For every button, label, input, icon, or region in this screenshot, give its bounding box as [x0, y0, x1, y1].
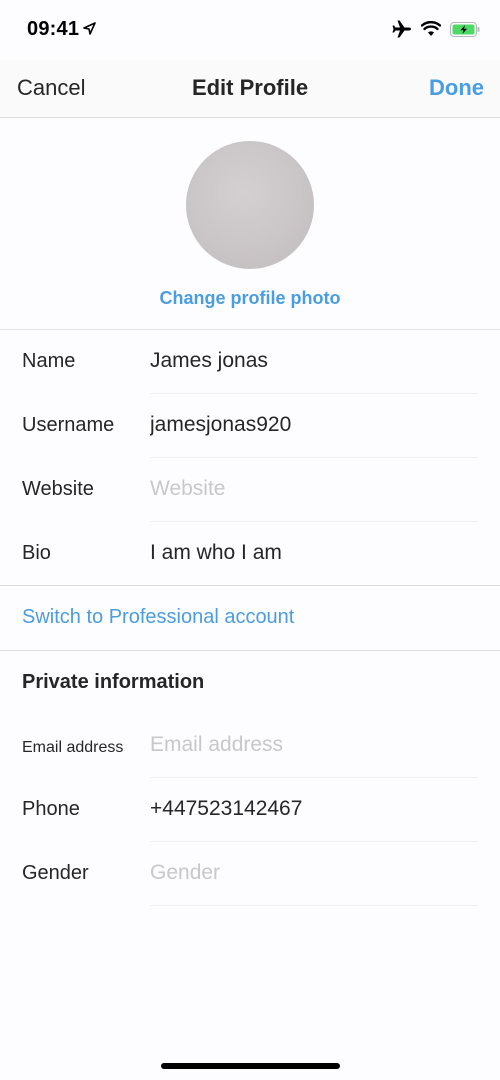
battery-charging-icon [450, 21, 480, 42]
status-icons [392, 20, 480, 43]
website-input[interactable] [150, 477, 480, 501]
field-label-gender: Gender [22, 862, 89, 884]
username-input[interactable] [150, 413, 480, 437]
phone-input[interactable] [150, 797, 480, 821]
field-row-gender: Gender [0, 842, 500, 906]
field-label-phone: Phone [22, 798, 80, 820]
cancel-button[interactable]: Cancel [17, 75, 85, 101]
field-row-name: Name [0, 330, 500, 394]
avatar[interactable] [186, 141, 314, 269]
done-button[interactable]: Done [429, 75, 484, 101]
home-indicator[interactable] [161, 1063, 340, 1069]
profile-photo-section: Change profile photo [0, 118, 500, 330]
field-divider [150, 905, 478, 906]
field-row-phone: Phone [0, 778, 500, 842]
private-information-heading: Private information [22, 671, 205, 693]
change-profile-photo-button[interactable]: Change profile photo [0, 288, 500, 309]
field-label-email: Email address [22, 739, 124, 756]
section-divider [0, 650, 500, 651]
bio-input[interactable] [150, 541, 480, 565]
location-arrow-icon [83, 18, 96, 41]
field-row-website: Website [0, 458, 500, 522]
nav-bar: Cancel Edit Profile Done [0, 60, 500, 118]
field-label-website: Website [22, 478, 94, 500]
gender-input[interactable] [150, 861, 480, 885]
switch-to-professional-link[interactable]: Switch to Professional account [22, 606, 294, 629]
field-row-username: Username [0, 394, 500, 458]
field-label-bio: Bio [22, 542, 51, 564]
field-label-username: Username [22, 414, 115, 436]
field-label-name: Name [22, 350, 76, 372]
section-divider [0, 585, 500, 586]
status-time-container: 09:41 [27, 18, 96, 41]
name-input[interactable] [150, 349, 480, 373]
wifi-icon [420, 20, 442, 42]
status-bar: 09:41 [0, 0, 500, 60]
field-row-bio: Bio [0, 522, 500, 586]
airplane-icon [392, 20, 412, 43]
field-row-email: Email address [0, 714, 500, 778]
status-time: 09:41 [27, 18, 80, 40]
email-input[interactable] [150, 733, 480, 757]
